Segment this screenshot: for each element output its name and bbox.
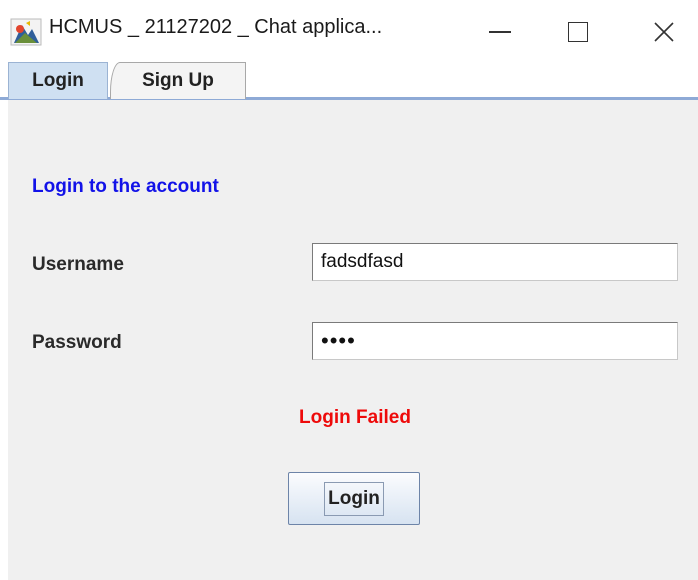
maximize-button[interactable] (548, 10, 608, 54)
login-button-label: Login (324, 481, 384, 516)
minimize-icon (489, 31, 511, 33)
username-input[interactable] (312, 243, 678, 281)
app-window: HCMUS _ 21127202 _ Chat applica... Login… (0, 0, 698, 580)
close-button[interactable] (634, 10, 694, 54)
tab-sign-up-label: Sign Up (142, 70, 214, 91)
close-icon (654, 22, 674, 42)
login-button[interactable]: Login (288, 472, 420, 525)
java-app-icon[interactable] (10, 17, 42, 47)
password-input[interactable] (312, 322, 678, 360)
tab-login-label: Login (32, 70, 84, 91)
tab-login[interactable]: Login (8, 62, 108, 99)
login-status-message: Login Failed (299, 407, 411, 428)
password-label: Password (32, 332, 122, 353)
login-heading: Login to the account (32, 176, 219, 197)
tab-sign-up[interactable]: Sign Up (110, 62, 246, 99)
title-bar[interactable]: HCMUS _ 21127202 _ Chat applica... (0, 0, 698, 62)
minimize-button[interactable] (470, 10, 530, 54)
window-title: HCMUS _ 21127202 _ Chat applica... (49, 16, 383, 38)
username-label: Username (32, 254, 124, 275)
maximize-icon (568, 22, 588, 42)
